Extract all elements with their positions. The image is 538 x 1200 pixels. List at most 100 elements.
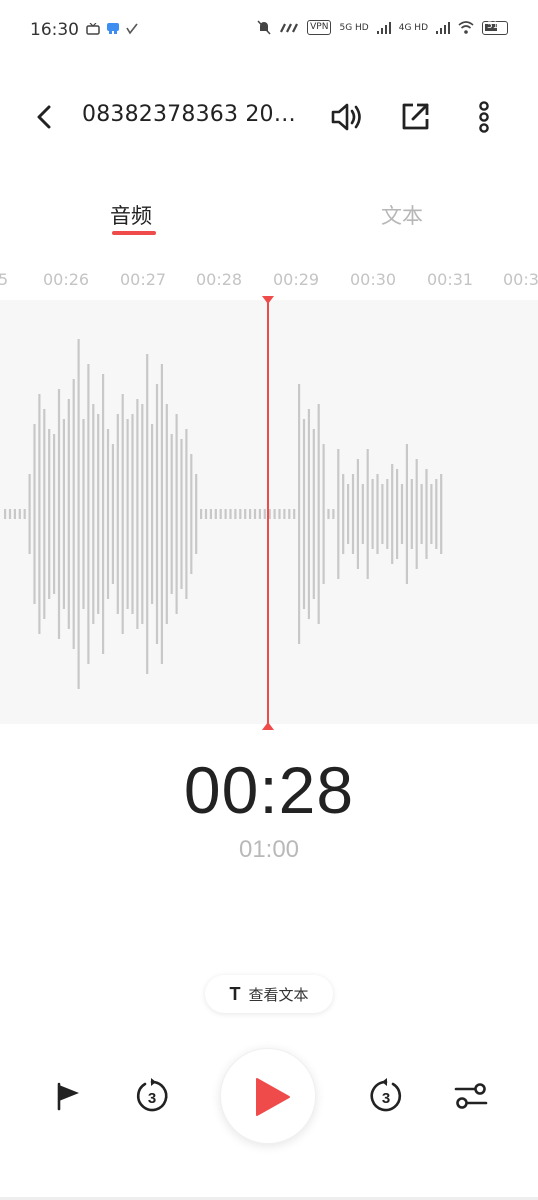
waveform-bar — [425, 469, 428, 559]
waveform-bar — [381, 484, 384, 544]
status-bar: 16:30 VPN 5G HD 4G HD 51 — [0, 0, 538, 62]
battery-icon: 51 — [482, 20, 508, 35]
playhead[interactable] — [267, 300, 269, 726]
waveform-bar — [136, 399, 139, 629]
settings-sliders-icon[interactable] — [453, 1080, 489, 1112]
waveform-bar — [440, 474, 443, 554]
waveform-bar — [229, 509, 232, 519]
status-right-icons: VPN 5G HD 4G HD 51 — [257, 20, 508, 35]
waveform-bar — [410, 479, 413, 549]
check-icon — [126, 23, 138, 34]
waveform-bar — [244, 509, 247, 519]
back-icon[interactable] — [28, 100, 62, 134]
recording-title: 08382378363 20… — [82, 102, 296, 127]
waveform-bar — [253, 509, 257, 519]
speaker-icon[interactable] — [327, 98, 365, 136]
waveform-bar — [391, 464, 394, 564]
waveform-bar — [322, 444, 325, 584]
play-icon — [256, 1078, 290, 1116]
waveform-bar — [200, 509, 203, 519]
waveform-bar — [415, 459, 418, 569]
waveform-bar — [8, 509, 12, 519]
battery-level: 51 — [487, 20, 499, 31]
tick-label: 5 — [0, 270, 9, 289]
waveform-bar — [219, 509, 222, 519]
playback-controls: 3 3 — [0, 1040, 538, 1160]
waveform-bar — [165, 404, 168, 624]
waveform-bar — [151, 424, 154, 604]
tab-bar: 音频 文本 — [0, 190, 538, 250]
waveform-bar — [288, 509, 291, 519]
waveform-bar — [342, 474, 345, 554]
tick-label: 00:3 — [503, 270, 538, 289]
tick-label: 00:26 — [43, 270, 90, 289]
waveform-bar — [430, 484, 433, 544]
waveform-bar — [13, 509, 16, 519]
waveform-bar — [435, 479, 438, 549]
waveform-bar — [278, 509, 281, 519]
skip-forward-icon[interactable]: 3 — [368, 1078, 404, 1114]
wifi-icon — [458, 21, 474, 34]
waveform-bar — [180, 439, 183, 589]
skip-back-icon[interactable]: 3 — [134, 1078, 170, 1114]
tick-label: 00:28 — [196, 270, 243, 289]
carrier-icon — [280, 23, 299, 32]
skip-back-seconds: 3 — [148, 1090, 156, 1107]
waveform-bar — [62, 419, 65, 609]
waveform-bar — [376, 474, 379, 554]
waveform-bar — [249, 509, 252, 519]
waveform-bar — [43, 409, 46, 619]
waveform-bar — [155, 384, 159, 644]
waveform-bar — [420, 484, 423, 544]
more-options-icon[interactable] — [465, 98, 503, 136]
flag-icon[interactable] — [52, 1080, 84, 1112]
waveform-bar — [82, 419, 85, 609]
signal-icon-2 — [436, 21, 450, 34]
waveform-bar — [190, 454, 193, 574]
text-icon: T — [229, 983, 241, 1004]
play-button[interactable] — [220, 1048, 316, 1144]
waveform-bar — [33, 424, 36, 604]
waveform-bar — [317, 404, 320, 624]
waveform-bar — [209, 509, 212, 519]
waveform-bar — [116, 414, 119, 614]
vpn-indicator: VPN — [307, 20, 332, 35]
waveform-bar — [28, 474, 31, 554]
tick-label: 00:27 — [120, 270, 167, 289]
waveform-bar — [87, 364, 90, 664]
waveform-bar — [121, 394, 124, 634]
header: 08382378363 20… — [0, 80, 538, 152]
waveform-bar — [18, 509, 21, 519]
waveform-bar — [366, 449, 369, 579]
waveform-bar — [263, 509, 266, 519]
share-icon[interactable] — [396, 98, 434, 136]
waveform-bar — [131, 414, 134, 614]
waveform-bar — [4, 509, 7, 519]
tab-audio[interactable]: 音频 — [110, 200, 152, 230]
waveform-bar — [386, 479, 389, 549]
mute-icon — [257, 20, 271, 35]
waveform[interactable] — [0, 300, 538, 724]
waveform-bar — [239, 509, 242, 519]
view-text-label: 查看文本 — [248, 985, 309, 1004]
status-time: 16:30 — [30, 20, 79, 40]
waveform-bar — [170, 434, 173, 594]
waveform-bar — [111, 444, 114, 584]
timeline-ruler: 5 00:26 00:27 00:28 00:29 00:30 00:31 00… — [0, 262, 538, 296]
view-text-button[interactable]: T 查看文本 — [205, 975, 333, 1013]
waveform-bar — [72, 379, 75, 649]
playhead-top-marker — [262, 296, 274, 304]
waveform-bar — [400, 484, 404, 544]
waveform-bar — [141, 404, 144, 624]
waveform-bar — [102, 374, 105, 654]
waveform-bar — [351, 474, 355, 554]
tab-text[interactable]: 文本 — [381, 200, 423, 230]
current-time: 00:28 — [183, 753, 355, 827]
network-2: 4G HD — [398, 22, 428, 33]
waveform-bar — [92, 404, 95, 624]
waveform-bar — [57, 389, 61, 639]
app-notification-icon — [107, 23, 119, 34]
waveform-bar — [160, 364, 163, 664]
waveform-bar — [214, 509, 217, 519]
waveform-bar — [48, 429, 51, 599]
